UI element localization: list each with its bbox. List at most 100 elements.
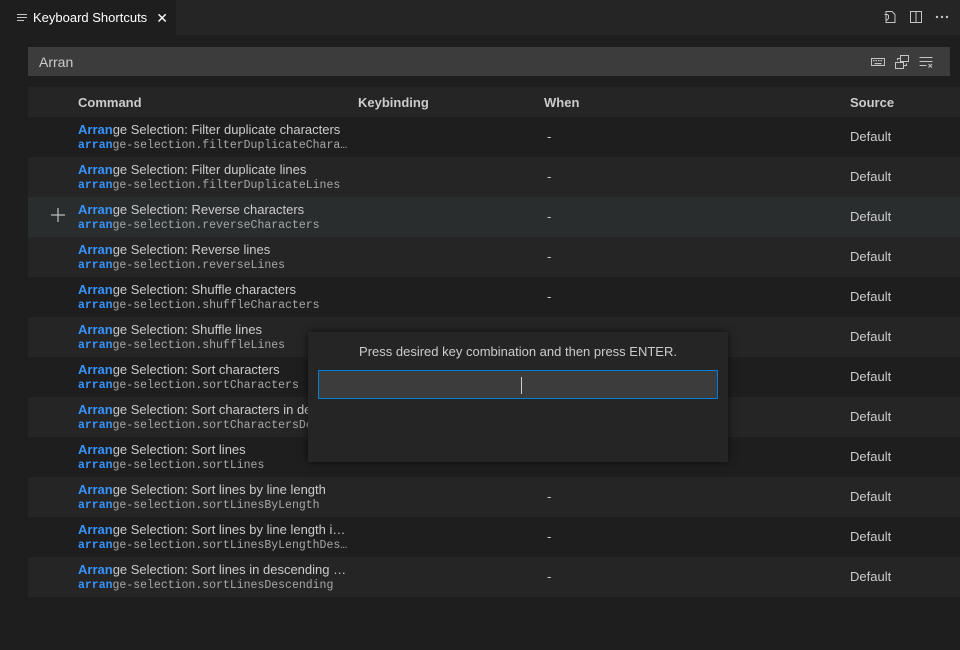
command-cell: Arrange Selection: Reverse characters arr…: [78, 201, 350, 234]
command-id-match: arran: [78, 419, 113, 432]
command-title-match: Arran: [78, 202, 113, 217]
command-title-match: Arran: [78, 282, 113, 297]
search-input[interactable]: [28, 46, 870, 77]
source-cell: Default: [850, 449, 892, 464]
table-row[interactable]: Arrange Selection: Shuffle characters arr…: [28, 277, 960, 317]
command-title-match: Arran: [78, 362, 113, 377]
source-cell: Default: [850, 209, 892, 224]
command-id-match: arran: [78, 539, 113, 552]
command-id-rest: ge-selection.sortLinesByLength: [112, 499, 320, 512]
command-id-rest: ge-selection.sortLines: [112, 459, 265, 472]
command-title-rest: ge Selection: Reverse lines: [112, 242, 271, 257]
table-row[interactable]: Arrange Selection: Filter duplicate char…: [28, 117, 960, 157]
more-actions-icon[interactable]: [934, 8, 950, 26]
when-cell: -: [547, 129, 552, 144]
split-editor-icon[interactable]: [908, 8, 924, 26]
command-id-rest: ge-selection.shuffleLines: [112, 339, 286, 352]
command-id-match: arran: [78, 299, 113, 312]
open-json-icon[interactable]: [882, 8, 898, 26]
command-id-rest: ge-selection.filterDuplicateCharact…: [112, 139, 350, 152]
keybinding-input[interactable]: [318, 370, 718, 399]
column-command[interactable]: Command: [78, 95, 142, 110]
command-title-rest: ge Selection: Shuffle lines: [112, 322, 263, 337]
command-id: arrange-selection.filterDuplicateLines: [78, 178, 350, 194]
command-title-rest: ge Selection: Sort lines in descending o…: [112, 562, 350, 577]
command-id-rest: ge-selection.filterDuplicateLines: [112, 179, 341, 192]
command-title-match: Arran: [78, 322, 113, 337]
source-cell: Default: [850, 169, 892, 184]
command-id: arrange-selection.filterDuplicateCharact…: [78, 138, 350, 154]
command-title-rest: ge Selection: Sort lines: [112, 442, 246, 457]
command-id: arrange-selection.sortLinesDescending: [78, 578, 350, 594]
command-title-match: Arran: [78, 522, 113, 537]
column-keybinding[interactable]: Keybinding: [358, 95, 429, 110]
command-id-rest: ge-selection.sortCharacters: [112, 379, 299, 392]
command-cell: Arrange Selection: Filter duplicate line…: [78, 161, 350, 194]
list-lines-icon: [16, 12, 28, 24]
command-title-match: Arran: [78, 162, 113, 177]
command-title: Arrange Selection: Filter duplicate char…: [78, 121, 350, 138]
command-title-match: Arran: [78, 482, 113, 497]
command-id-match: arran: [78, 459, 113, 472]
when-cell: -: [547, 489, 552, 504]
table-row[interactable]: Arrange Selection: Sort lines by line le…: [28, 477, 960, 517]
tab-bar: Keyboard Shortcuts ✕: [0, 0, 960, 35]
when-cell: -: [547, 569, 552, 584]
command-title: Arrange Selection: Shuffle characters: [78, 281, 350, 298]
when-cell: -: [547, 529, 552, 544]
sort-by-precedence-icon[interactable]: [894, 54, 910, 70]
command-id-rest: ge-selection.sortCharactersDesc: [112, 419, 327, 432]
command-title-rest: ge Selection: Sort characters: [112, 362, 280, 377]
source-cell: Default: [850, 569, 892, 584]
command-title: Arrange Selection: Reverse lines: [78, 241, 350, 258]
close-icon[interactable]: ✕: [156, 11, 168, 25]
source-cell: Default: [850, 409, 892, 424]
command-title-match: Arran: [78, 242, 113, 257]
table-row[interactable]: Arrange Selection: Filter duplicate line…: [28, 157, 960, 197]
source-cell: Default: [850, 329, 892, 344]
tab-title: Keyboard Shortcuts: [33, 10, 148, 25]
source-cell: Default: [850, 249, 892, 264]
column-when[interactable]: When: [544, 95, 579, 110]
command-id-match: arran: [78, 219, 113, 232]
command-title-rest: ge Selection: Filter duplicate lines: [112, 162, 307, 177]
command-cell: Arrange Selection: Sort lines in descend…: [78, 561, 350, 594]
command-title-match: Arran: [78, 442, 113, 457]
command-cell: Arrange Selection: Reverse lines arrange-…: [78, 241, 350, 274]
command-id-match: arran: [78, 499, 113, 512]
command-id: arrange-selection.reverseCharacters: [78, 218, 350, 234]
command-id-rest: ge-selection.sortLinesDescending: [112, 579, 334, 592]
command-id-match: arran: [78, 339, 113, 352]
command-title-match: Arran: [78, 122, 113, 137]
text-cursor: [521, 377, 522, 394]
column-source[interactable]: Source: [850, 95, 894, 110]
when-cell: -: [547, 289, 552, 304]
command-id-rest: ge-selection.reverseCharacters: [112, 219, 320, 232]
when-cell: -: [547, 249, 552, 264]
command-id-rest: ge-selection.shuffleCharacters: [112, 299, 320, 312]
command-id-rest: ge-selection.reverseLines: [112, 259, 286, 272]
command-title: Arrange Selection: Sort lines by line le…: [78, 481, 350, 498]
command-id: arrange-selection.reverseLines: [78, 258, 350, 274]
table-row[interactable]: Arrange Selection: Sort lines by line le…: [28, 517, 960, 557]
clear-search-icon[interactable]: [918, 54, 934, 70]
record-keys-icon[interactable]: [870, 54, 886, 70]
source-cell: Default: [850, 529, 892, 544]
table-row[interactable]: Arrange Selection: Sort lines in descend…: [28, 557, 960, 597]
command-title-rest: ge Selection: Filter duplicate character…: [112, 122, 341, 137]
command-id-rest: ge-selection.sortLinesByLengthDesce…: [112, 539, 350, 552]
command-cell: Arrange Selection: Shuffle characters arr…: [78, 281, 350, 314]
command-title: Arrange Selection: Reverse characters: [78, 201, 350, 218]
plus-icon[interactable]: [50, 207, 66, 223]
table-row[interactable]: Arrange Selection: Reverse lines arrange-…: [28, 237, 960, 277]
command-id-match: arran: [78, 379, 113, 392]
tab-keyboard-shortcuts[interactable]: Keyboard Shortcuts ✕: [0, 0, 176, 35]
command-title-match: Arran: [78, 562, 113, 577]
command-id-match: arran: [78, 139, 113, 152]
command-title-match: Arran: [78, 402, 113, 417]
table-row[interactable]: Arrange Selection: Reverse characters arr…: [28, 197, 960, 237]
table-header: Command Keybinding When Source: [28, 87, 960, 117]
command-title-rest: ge Selection: Reverse characters: [112, 202, 305, 217]
editor-actions: [882, 8, 950, 26]
command-cell: Arrange Selection: Sort lines by line le…: [78, 481, 350, 514]
